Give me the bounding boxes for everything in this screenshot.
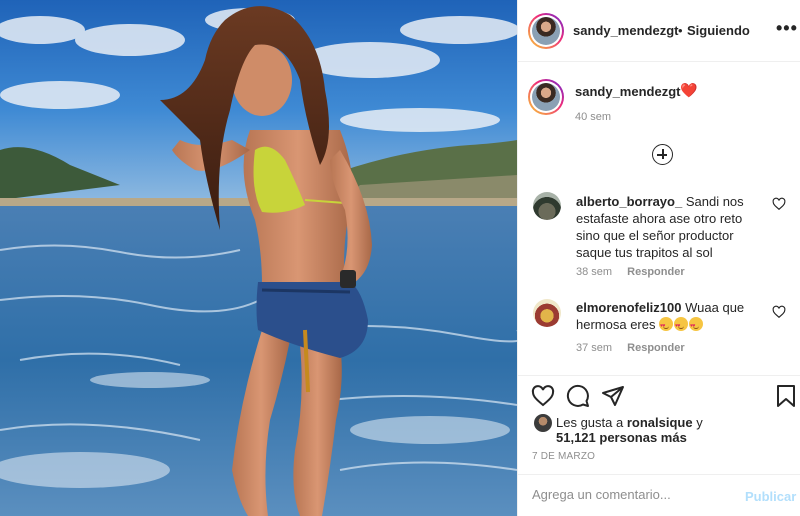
comment-text: elmorenofeliz100 Wuaa que hermosa eres	[576, 299, 766, 335]
heart-outline-icon[interactable]	[772, 197, 786, 211]
action-bar-divider	[518, 375, 800, 376]
post-side-panel: sandy_mendezgt • Siguiendo ••• sandy_men…	[517, 0, 800, 516]
liker-avatar[interactable]	[534, 414, 552, 432]
post-date[interactable]: 7 DE MARZO	[532, 451, 595, 462]
bookmark-icon[interactable]	[774, 384, 798, 408]
caption-author-link[interactable]: sandy_mendezgt	[575, 84, 680, 99]
reply-button[interactable]: Responder	[627, 342, 684, 354]
reply-button[interactable]: Responder	[627, 266, 684, 278]
publish-button[interactable]: Publicar	[745, 489, 796, 504]
likes-summary: Les gusta a ronalsique y	[556, 415, 703, 430]
comment-timestamp[interactable]: 37 sem	[576, 342, 612, 354]
share-paper-plane-icon[interactable]	[601, 384, 625, 408]
beach-photo-image	[0, 0, 517, 516]
author-username-link[interactable]: sandy_mendezgt	[573, 23, 678, 38]
liker-username-link[interactable]: ronalsique	[627, 415, 693, 430]
post-photo[interactable]	[0, 0, 517, 516]
add-comment-input[interactable]	[532, 487, 732, 502]
like-heart-icon[interactable]	[531, 384, 555, 408]
comment-composer: Publicar	[518, 474, 800, 516]
comment-meta: 37 sem Responder	[576, 342, 685, 354]
heart-eyes-emoji-icon	[689, 317, 704, 335]
heart-eyes-emoji-icon	[674, 317, 689, 335]
comment-timestamp[interactable]: 38 sem	[576, 266, 612, 278]
heart-outline-icon[interactable]	[772, 305, 786, 319]
separator-dot: •	[678, 23, 683, 38]
heart-eyes-emoji-icon	[659, 317, 674, 335]
comment-text: alberto_borrayo_ Sandi nos estafaste aho…	[576, 193, 766, 261]
comment-username-link[interactable]: alberto_borrayo_	[576, 194, 682, 209]
following-button[interactable]: Siguiendo	[687, 23, 750, 38]
author-avatar[interactable]	[528, 13, 564, 49]
likes-suffix: y	[696, 415, 703, 430]
comment-meta: 38 sem Responder	[576, 266, 685, 278]
likes-prefix: Les gusta a	[556, 415, 624, 430]
caption-author-avatar[interactable]	[528, 79, 564, 115]
comment-avatar[interactable]	[533, 299, 561, 327]
comment-bubble-icon[interactable]	[566, 384, 590, 408]
comment-username-link[interactable]: elmorenofeliz100	[576, 300, 682, 315]
comment-avatar[interactable]	[533, 192, 561, 220]
more-options-icon[interactable]: •••	[776, 18, 798, 39]
caption-timestamp[interactable]: 40 sem	[575, 111, 611, 123]
plus-circle-icon[interactable]	[652, 144, 673, 165]
caption-heart-emoji: ❤️	[680, 82, 698, 98]
likes-count-link[interactable]: 51,121 personas más	[556, 430, 687, 445]
